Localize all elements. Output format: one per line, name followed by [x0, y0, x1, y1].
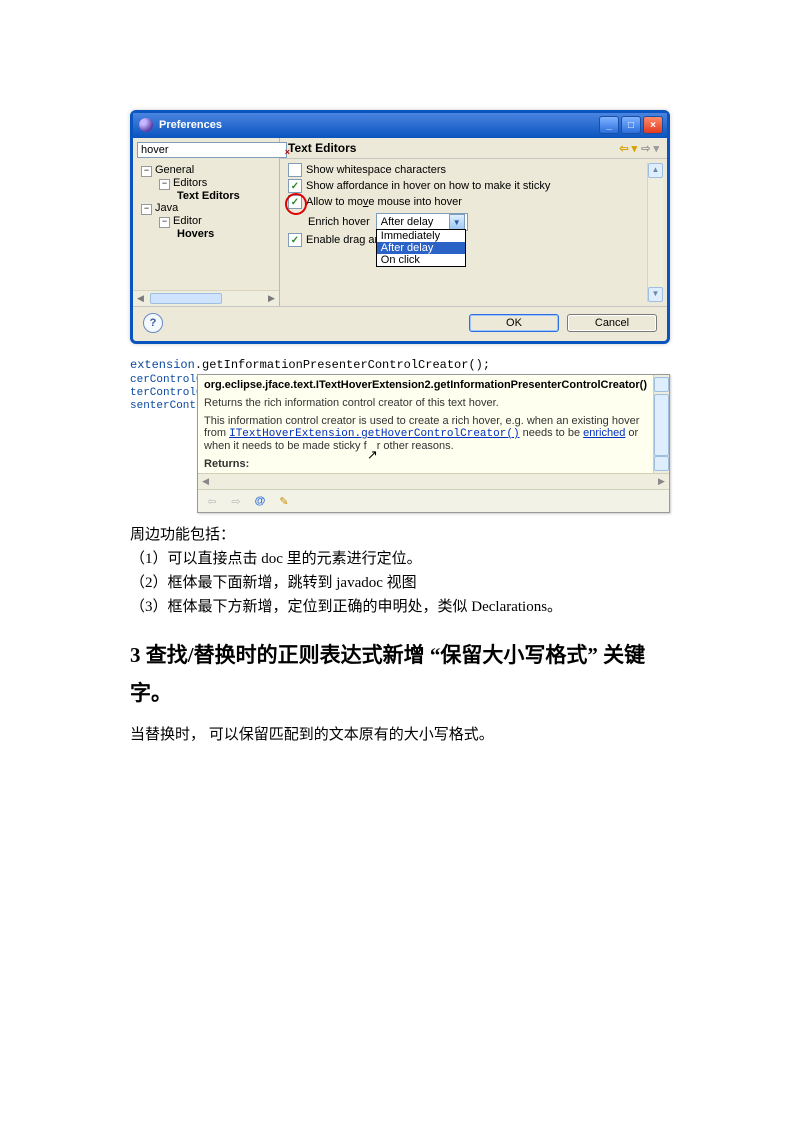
javadoc-scrollbar[interactable] — [653, 375, 669, 473]
page-title: Text Editors — [288, 141, 356, 155]
options-scrollbar[interactable]: ▲ ▼ — [647, 163, 663, 302]
checkbox[interactable] — [288, 179, 302, 193]
jd-open-declaration-icon[interactable]: ✎ — [276, 493, 292, 509]
jd-forward-icon[interactable]: ⇨ — [228, 493, 244, 509]
dropdown-option[interactable]: On click — [377, 254, 465, 266]
scroll-thumb[interactable] — [654, 394, 669, 456]
dropdown-option[interactable]: After delay — [377, 242, 465, 254]
preferences-tree[interactable]: −General −Editors Text Editors −Java −Ed… — [133, 162, 279, 290]
scroll-right-icon[interactable]: ▶ — [654, 476, 669, 487]
help-icon[interactable]: ? — [143, 313, 163, 333]
cancel-button[interactable]: Cancel — [567, 314, 657, 332]
scroll-up-icon[interactable] — [654, 377, 669, 392]
nav-back-icon[interactable]: ⇦ ▾ — [619, 142, 637, 155]
collapse-icon[interactable]: − — [159, 217, 170, 228]
scroll-left-icon[interactable]: ◀ — [133, 293, 148, 304]
enrich-hover-options: Immediately After delay On click — [376, 229, 466, 267]
tree-item-general[interactable]: General — [155, 164, 194, 176]
tree-item-text-editors[interactable]: Text Editors — [177, 190, 275, 202]
collapse-icon[interactable]: − — [141, 204, 152, 215]
javadoc-hscrollbar[interactable]: ◀ ▶ — [198, 473, 669, 489]
javadoc-toolbar: ⇦ ⇨ @ ✎ — [198, 489, 669, 512]
tree-item-java[interactable]: Java — [155, 202, 178, 214]
collapse-icon[interactable]: − — [159, 179, 170, 190]
collapse-icon[interactable]: − — [141, 166, 152, 177]
window-title: Preferences — [159, 119, 222, 131]
close-button[interactable]: × — [643, 116, 663, 134]
eclipse-icon — [139, 118, 153, 132]
option-allow-mouse: Allow to move mouse into hover — [306, 196, 462, 208]
javadoc-signature: org.eclipse.jface.text.ITextHoverExtensi… — [204, 379, 647, 391]
label-enrich-hover: Enrich hover — [308, 216, 370, 228]
enrich-hover-value: After delay — [379, 215, 449, 229]
tree-item-hovers[interactable]: Hovers — [177, 228, 275, 240]
checkbox[interactable] — [288, 163, 302, 177]
javadoc-body: This information control creator is used… — [204, 415, 647, 452]
code-line: extension.getInformationPresenterControl… — [130, 358, 670, 372]
javadoc-link[interactable]: enriched — [583, 427, 625, 439]
javadoc-link[interactable]: ITextHoverExtension.getHoverControlCreat… — [229, 428, 519, 440]
background-code: cerControlC terControlC senterContr — [130, 374, 197, 413]
filter-tree-panel: −General −Editors Text Editors −Java −Ed… — [133, 138, 280, 306]
tree-item-editor[interactable]: Editor — [173, 215, 202, 227]
scroll-right-icon[interactable]: ▶ — [264, 293, 279, 304]
ok-button[interactable]: OK — [469, 314, 559, 332]
body-text: 周边功能包括： （1）可以直接点击 doc 里的元素进行定位。 （2）框体最下面… — [130, 523, 670, 619]
body-text: 当替换时， 可以保留匹配到的文本原有的大小写格式。 — [130, 723, 670, 747]
jd-back-icon[interactable]: ⇦ — [204, 493, 220, 509]
jd-show-javadoc-icon[interactable]: @ — [252, 493, 268, 509]
minimize-button[interactable]: _ — [599, 116, 619, 134]
preferences-dialog: Preferences _ □ × −General −Editors Text… — [130, 110, 670, 344]
scroll-down-icon[interactable] — [654, 456, 669, 471]
scroll-thumb[interactable] — [150, 293, 222, 304]
dropdown-option[interactable]: Immediately — [377, 230, 465, 242]
option-show-whitespace: Show whitespace characters — [306, 164, 446, 176]
tree-scrollbar[interactable]: ◀ ▶ — [133, 290, 279, 306]
javadoc-hover: org.eclipse.jface.text.ITextHoverExtensi… — [197, 374, 670, 513]
scroll-left-icon[interactable]: ◀ — [198, 476, 213, 487]
heading-3: 3 查找/替换时的正则表达式新增 “保留大小写格式” 关键字。 — [130, 637, 670, 713]
nav-forward-icon[interactable]: ⇨ ▾ — [641, 142, 659, 155]
option-show-affordance: Show affordance in hover on how to make … — [306, 180, 550, 192]
checkbox[interactable] — [288, 233, 302, 247]
scroll-up-icon[interactable]: ▲ — [648, 163, 663, 178]
scroll-down-icon[interactable]: ▼ — [648, 287, 663, 302]
javadoc-summary: Returns the rich information control cre… — [204, 397, 647, 409]
checkbox-highlighted[interactable] — [288, 195, 302, 209]
tree-item-editors[interactable]: Editors — [173, 177, 207, 189]
maximize-button[interactable]: □ — [621, 116, 641, 134]
javadoc-returns-label: Returns: — [204, 458, 647, 470]
title-bar[interactable]: Preferences _ □ × — [133, 113, 667, 138]
dropdown-arrow-icon[interactable]: ▼ — [449, 214, 465, 230]
filter-input[interactable] — [137, 142, 287, 158]
